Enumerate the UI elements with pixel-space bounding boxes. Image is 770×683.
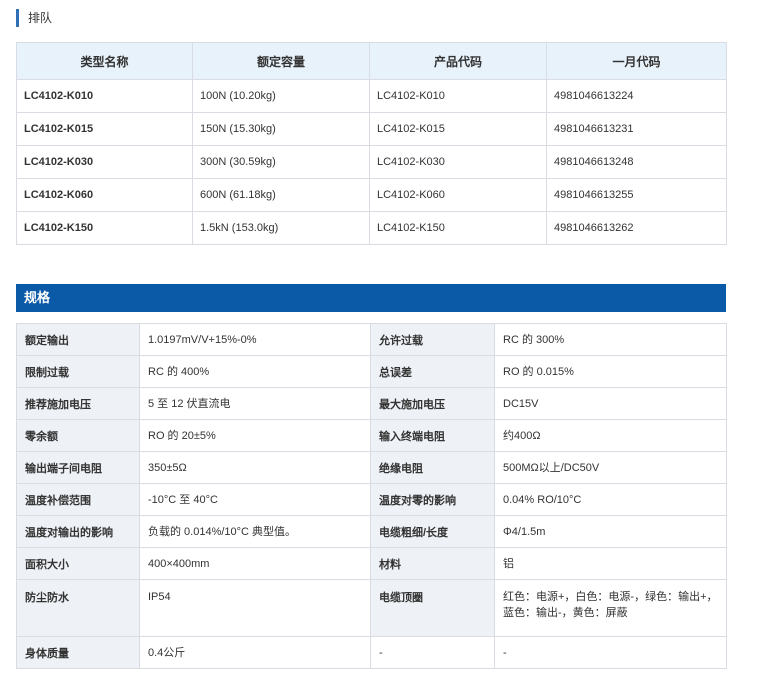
jan-code-cell: 4981046613248: [546, 145, 727, 179]
spec-value: 5 至 12 伏直流电: [139, 387, 371, 420]
capacity-cell: 1.5kN (153.0kg): [192, 211, 370, 245]
lineup-table: 类型名称 额定容量 产品代码 一月代码 LC4102-K010 100N (10…: [16, 42, 727, 245]
spec-row: 温度对输出的影响 负载的 0.014%/10°C 典型值。 电缆粗细/长度 Φ4…: [16, 515, 727, 548]
spec-value: Φ4/1.5m: [494, 515, 727, 548]
spec-value: 1.0197mV/V+15%-0%: [139, 323, 371, 356]
spec-value: 0.4公斤: [139, 636, 371, 669]
spec-value: 铝: [494, 547, 727, 580]
capacity-cell: 150N (15.30kg): [192, 112, 370, 146]
spec-label: 推荐施加电压: [16, 387, 140, 420]
spec-value: 400×400mm: [139, 547, 371, 580]
spec-value: -10°C 至 40°C: [139, 483, 371, 516]
spec-value: 0.04% RO/10°C: [494, 483, 727, 516]
spec-value: RO 的 20±5%: [139, 419, 371, 452]
jan-code-cell: 4981046613255: [546, 178, 727, 212]
specs-table: 额定输出 1.0197mV/V+15%-0% 允许过载 RC 的 300% 限制…: [16, 323, 727, 669]
capacity-cell: 100N (10.20kg): [192, 79, 370, 113]
spec-value: IP54: [139, 579, 371, 637]
type-name-cell: LC4102-K010: [16, 79, 193, 113]
type-name-cell: LC4102-K060: [16, 178, 193, 212]
spec-label: 额定输出: [16, 323, 140, 356]
spec-value: RC 的 400%: [139, 355, 371, 388]
table-row: LC4102-K060 600N (61.18kg) LC4102-K060 4…: [16, 178, 727, 212]
specs-section-header: 规格: [16, 284, 726, 312]
spec-label: 允许过载: [370, 323, 495, 356]
spec-row: 限制过载 RC 的 400% 总误差 RO 的 0.015%: [16, 355, 727, 388]
spec-row: 防尘防水 IP54 电缆顶圈 红色：电源+，白色：电源-，绿色：输出+，蓝色：输…: [16, 579, 727, 637]
spec-value: RO 的 0.015%: [494, 355, 727, 388]
spec-row: 零余额 RO 的 20±5% 输入终端电阻 约400Ω: [16, 419, 727, 452]
header-rated-capacity: 额定容量: [192, 42, 370, 80]
spec-label: 温度对零的影响: [370, 483, 495, 516]
spec-value: 红色：电源+，白色：电源-，绿色：输出+，蓝色：输出-，黄色：屏蔽: [494, 579, 727, 637]
spec-row: 额定输出 1.0197mV/V+15%-0% 允许过载 RC 的 300%: [16, 323, 727, 356]
spec-label: 身体质量: [16, 636, 140, 669]
spec-value: 负载的 0.014%/10°C 典型值。: [139, 515, 371, 548]
spec-label: 温度补偿范围: [16, 483, 140, 516]
product-code-cell: LC4102-K150: [369, 211, 547, 245]
spec-value: 约400Ω: [494, 419, 727, 452]
header-product-code: 产品代码: [369, 42, 547, 80]
capacity-cell: 300N (30.59kg): [192, 145, 370, 179]
product-code-cell: LC4102-K060: [369, 178, 547, 212]
spec-label: 材料: [370, 547, 495, 580]
spec-value: RC 的 300%: [494, 323, 727, 356]
spec-label: 输出端子间电阻: [16, 451, 140, 484]
spec-row: 面积大小 400×400mm 材料 铝: [16, 547, 727, 580]
spec-label: 面积大小: [16, 547, 140, 580]
capacity-cell: 600N (61.18kg): [192, 178, 370, 212]
spec-row: 身体质量 0.4公斤 - -: [16, 636, 727, 669]
spec-value: -: [370, 636, 495, 669]
spec-label: 限制过载: [16, 355, 140, 388]
jan-code-cell: 4981046613262: [546, 211, 727, 245]
spec-value: DC15V: [494, 387, 727, 420]
spec-label: 最大施加电压: [370, 387, 495, 420]
spec-label: 电缆粗细/长度: [370, 515, 495, 548]
product-code-cell: LC4102-K015: [369, 112, 547, 146]
spec-label: 温度对输出的影响: [16, 515, 140, 548]
table-row: LC4102-K150 1.5kN (153.0kg) LC4102-K150 …: [16, 211, 727, 245]
spec-label: 电缆顶圈: [370, 579, 495, 637]
type-name-cell: LC4102-K030: [16, 145, 193, 179]
table-row: LC4102-K010 100N (10.20kg) LC4102-K010 4…: [16, 79, 727, 113]
spec-row: 推荐施加电压 5 至 12 伏直流电 最大施加电压 DC15V: [16, 387, 727, 420]
table-header-row: 类型名称 额定容量 产品代码 一月代码: [16, 42, 727, 80]
jan-code-cell: 4981046613224: [546, 79, 727, 113]
type-name-cell: LC4102-K150: [16, 211, 193, 245]
type-name-cell: LC4102-K015: [16, 112, 193, 146]
spec-value: -: [494, 636, 727, 669]
table-row: LC4102-K015 150N (15.30kg) LC4102-K015 4…: [16, 112, 727, 146]
product-code-cell: LC4102-K030: [369, 145, 547, 179]
spec-value: 500MΩ以上/DC50V: [494, 451, 727, 484]
table-row: LC4102-K030 300N (30.59kg) LC4102-K030 4…: [16, 145, 727, 179]
header-jan-code: 一月代码: [546, 42, 727, 80]
spec-row: 温度补偿范围 -10°C 至 40°C 温度对零的影响 0.04% RO/10°…: [16, 483, 727, 516]
spec-label: 绝缘电阻: [370, 451, 495, 484]
jan-code-cell: 4981046613231: [546, 112, 727, 146]
header-type-name: 类型名称: [16, 42, 193, 80]
spec-label: 零余额: [16, 419, 140, 452]
lineup-section-title: 排队: [16, 9, 52, 27]
spec-label: 防尘防水: [16, 579, 140, 637]
product-code-cell: LC4102-K010: [369, 79, 547, 113]
spec-label: 输入终端电阻: [370, 419, 495, 452]
spec-value: 350±5Ω: [139, 451, 371, 484]
spec-row: 输出端子间电阻 350±5Ω 绝缘电阻 500MΩ以上/DC50V: [16, 451, 727, 484]
spec-label: 总误差: [370, 355, 495, 388]
